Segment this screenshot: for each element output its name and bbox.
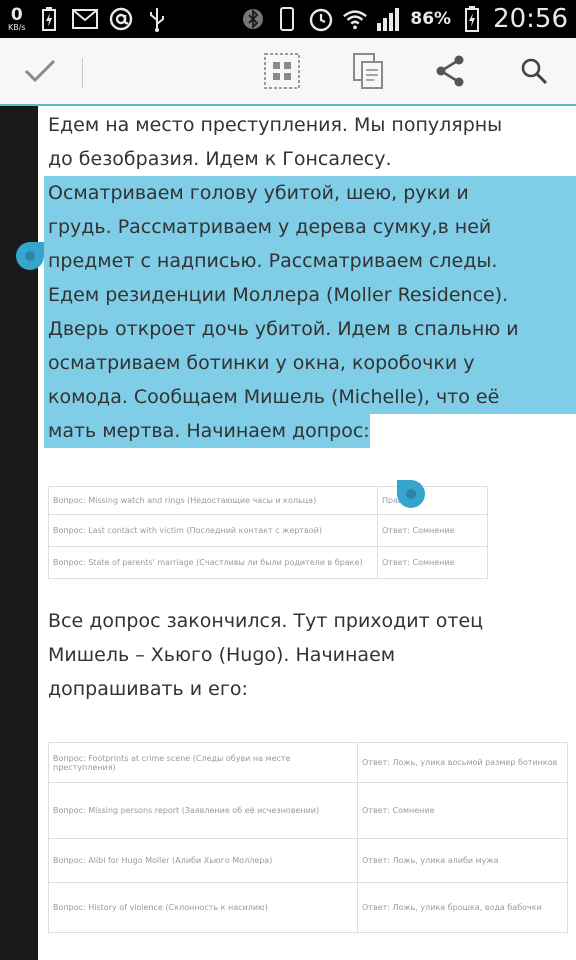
vibrate-icon — [274, 6, 300, 32]
usb-icon — [144, 6, 170, 32]
selected-text-line: осматриваем ботинки у окна, коробочки у — [44, 346, 576, 380]
table-cell: Вопрос: Last contact with victim (Послед… — [48, 514, 378, 547]
selected-last-line-wrap: мать мертва. Начинаем допрос: — [44, 414, 576, 448]
network-speed-value: 0 — [10, 4, 23, 25]
selection-end-handle[interactable] — [397, 480, 425, 508]
mail-icon — [71, 6, 98, 32]
status-right-group: 86% 20:56 — [240, 0, 568, 38]
status-bar: 0 KB/s 86% 20:56 — [0, 0, 576, 38]
selected-text-line: предмет с надписью. Рассматриваем следы. — [44, 244, 576, 278]
table-row: Вопрос: Footprints at crime scene (Следы… — [48, 742, 568, 783]
table-cell: Ответ: Сомнение — [357, 782, 568, 839]
paragraph-2: Все допрос закончился. Тут приходит отец… — [48, 604, 568, 706]
network-speed-unit: KB/s — [8, 22, 26, 32]
battery-charging-icon — [459, 6, 485, 32]
battery-percent: 86% — [410, 9, 452, 29]
table-cell: Правда — [377, 486, 488, 515]
text-line: допрашивать и его: — [48, 678, 248, 700]
copy-icon — [353, 53, 383, 89]
document-content[interactable]: Едем на место преступления. Мы популярны… — [38, 106, 576, 960]
selected-text-line: комода. Сообщаем Мишель (Michelle), что … — [44, 380, 576, 414]
table-cell: Вопрос: Alibi for Hugo Moller (Алиби Хью… — [48, 838, 358, 883]
table-row: Вопрос: State of parents' marriage (Счас… — [48, 546, 488, 579]
table-row: Вопрос: Missing persons report (Заявлени… — [48, 782, 568, 839]
alarm-icon — [308, 6, 334, 32]
wifi-icon — [342, 6, 368, 32]
at-icon — [108, 6, 134, 32]
text-line: Едем на место преступления. Мы популярны — [48, 114, 503, 136]
done-button[interactable] — [14, 38, 66, 104]
selection-start-handle[interactable] — [16, 242, 44, 270]
selected-text-line: Осматриваем голову убитой, шею, руки и — [44, 176, 576, 210]
share-icon — [436, 55, 464, 87]
table-row: Вопрос: History of violence (Склонность … — [48, 882, 568, 933]
status-left-group: 0 KB/s — [8, 0, 170, 38]
check-icon — [24, 59, 56, 83]
table-row: Вопрос: Last contact with victim (Послед… — [48, 514, 488, 547]
table-cell: Ответ: Ложь, улика алиби мужа — [357, 838, 568, 883]
share-button[interactable] — [426, 38, 474, 104]
action-bar-divider — [82, 58, 83, 88]
network-speed: 0 KB/s — [8, 4, 26, 32]
search-button[interactable] — [510, 38, 558, 104]
text-line: Мишель – Хьюго (Hugo). Начинаем — [48, 644, 396, 666]
select-all-icon — [264, 53, 300, 89]
table-row: Вопрос: Alibi for Hugo Moller (Алиби Хью… — [48, 838, 568, 883]
select-all-button[interactable] — [258, 38, 306, 104]
left-edge-strip — [0, 106, 38, 960]
signal-icon — [376, 6, 402, 32]
selected-text-line: Едем резиденции Моллера (Moller Residenc… — [44, 278, 576, 312]
table-cell: Вопрос: Missing watch and rings (Недоста… — [48, 486, 378, 515]
search-icon — [521, 58, 548, 85]
selected-text-line: грудь. Рассматриваем у дерева сумку,в не… — [44, 210, 576, 244]
table-cell: Вопрос: History of violence (Склонность … — [48, 882, 358, 933]
copy-button[interactable] — [344, 38, 392, 104]
clock: 20:56 — [493, 4, 568, 34]
selected-text-line: Дверь откроет дочь убитой. Идем в спальн… — [44, 312, 576, 346]
interrogation-table-2: Вопрос: Footprints at crime scene (Следы… — [48, 742, 568, 933]
table-cell: Ответ: Сомнение — [377, 546, 488, 579]
selected-text-line: мать мертва. Начинаем допрос: — [44, 414, 370, 448]
table-cell: Вопрос: Footprints at crime scene (Следы… — [48, 742, 358, 783]
paragraph-1: Едем на место преступления. Мы популярны… — [48, 108, 568, 176]
table-cell: Вопрос: State of parents' marriage (Счас… — [48, 546, 378, 579]
battery-icon — [36, 6, 62, 32]
bluetooth-icon — [240, 6, 266, 32]
text-line: Все допрос закончился. Тут приходит отец — [48, 610, 484, 632]
table-cell: Ответ: Сомнение — [377, 514, 488, 547]
table-cell: Вопрос: Missing persons report (Заявлени… — [48, 782, 358, 839]
table-cell: Ответ: Ложь, улика восьмой размер ботинк… — [357, 742, 568, 783]
text-line: до безобразия. Идем к Гонсалесу. — [48, 148, 392, 170]
table-cell: Ответ: Ложь, улика брошка, вода бабочки — [357, 882, 568, 933]
selected-paragraph[interactable]: Осматриваем голову убитой, шею, руки и г… — [44, 176, 576, 448]
action-bar — [0, 38, 576, 106]
